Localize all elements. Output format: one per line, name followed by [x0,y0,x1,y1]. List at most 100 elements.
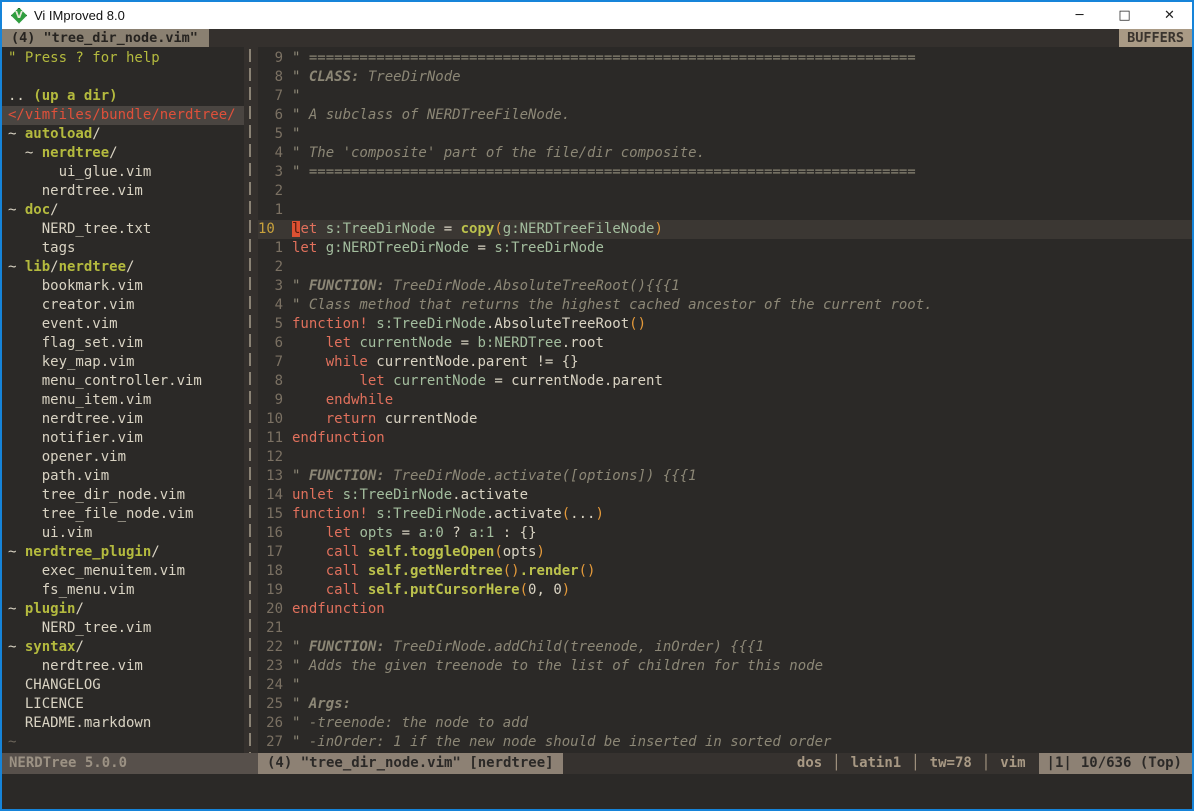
tree-item[interactable]: bookmark.vim [2,277,244,296]
tree-item[interactable]: ~ lib/nerdtree/ [2,258,244,277]
editor-line[interactable]: 6 let currentNode = b:NERDTree.root [258,334,1192,353]
editor-line[interactable]: 1let g:NERDTreeDirNode = s:TreeDirNode [258,239,1192,258]
tree-item[interactable]: menu_item.vim [2,391,244,410]
editor-line[interactable]: 2 [258,182,1192,201]
editor-line[interactable]: 16 let opts = a:0 ? a:1 : {} [258,524,1192,543]
editor-cursor-line[interactable]: 10let s:TreeDirNode = copy(g:NERDTreeFil… [258,220,1192,239]
tree-item[interactable]: ui.vim [2,524,244,543]
tree-item[interactable]: NERD_tree.vim [2,619,244,638]
tree-item[interactable]: LICENCE [2,695,244,714]
editor-line[interactable]: 18 call self.getNerdtree().render() [258,562,1192,581]
editor-line[interactable]: 20endfunction [258,600,1192,619]
token-n: nerdtree.vim [8,183,143,199]
tree-item[interactable]: nerdtree.vim [2,410,244,429]
token-cb: FUNCTION: [309,639,385,655]
editor-line[interactable]: 2 [258,258,1192,277]
token-n: ~ [8,145,42,161]
token-n: .activate [452,487,528,503]
editor-line[interactable]: 22" FUNCTION: TreeDirNode.addChild(treen… [258,638,1192,657]
tree-item[interactable]: " Press ? for help [2,49,244,68]
token-k: endwhile [326,392,393,408]
editor-line[interactable]: 8" CLASS: TreeDirNode [258,68,1192,87]
editor-line[interactable]: 5function! s:TreeDirNode.AbsoluteTreeRoo… [258,315,1192,334]
tree-root-item[interactable]: </vimfiles/bundle/nerdtree/ [2,106,244,125]
line-number: 4 [258,144,283,163]
editor-line[interactable]: 27" -inOrder: 1 if the new node should b… [258,733,1192,752]
tree-item[interactable]: creator.vim [2,296,244,315]
tree-item[interactable]: path.vim [2,467,244,486]
editor-line[interactable]: 13" FUNCTION: TreeDirNode.activate([opti… [258,467,1192,486]
token-n: = [435,221,460,237]
editor-line[interactable]: 8 let currentNode = currentNode.parent [258,372,1192,391]
editor-line[interactable]: 5" [258,125,1192,144]
editor-line[interactable]: 14unlet s:TreeDirNode.activate [258,486,1192,505]
command-line[interactable] [2,774,1192,809]
editor-line[interactable]: 6" A subclass of NERDTreeFileNode. [258,106,1192,125]
editor-line[interactable]: 1 [258,201,1192,220]
token-d: lib [25,259,50,275]
close-button[interactable]: ✕ [1147,2,1192,29]
tree-item[interactable]: fs_menu.vim [2,581,244,600]
tree-item[interactable]: key_map.vim [2,353,244,372]
tree-item[interactable]: opener.vim [2,448,244,467]
editor-line[interactable]: 24" [258,676,1192,695]
tree-item[interactable]: .. (up a dir) [2,87,244,106]
tree-item[interactable]: tree_dir_node.vim [2,486,244,505]
token-n [317,221,325,237]
tree-item[interactable]: ~ nerdtree_plugin/ [2,543,244,562]
editor-line[interactable]: 26" -treenode: the node to add [258,714,1192,733]
token-h: " Press ? for help [8,50,160,66]
tree-item[interactable]: ~ syntax/ [2,638,244,657]
editor-line[interactable]: 4" The 'composite' part of the file/dir … [258,144,1192,163]
tree-item[interactable]: nerdtree.vim [2,657,244,676]
active-tab[interactable]: (4) "tree_dir_node.vim" [2,29,209,47]
token-n: nerdtree.vim [8,658,143,674]
token-n: ~ [8,126,25,142]
editor-line[interactable]: 15function! s:TreeDirNode.activate(...) [258,505,1192,524]
token-k: let [326,335,351,351]
tree-item[interactable]: tree_file_node.vim [2,505,244,524]
token-n [292,563,326,579]
token-c: " Class method that returns the highest … [292,297,933,313]
tree-item[interactable]: tags [2,239,244,258]
tree-item[interactable]: NERD_tree.txt [2,220,244,239]
editor-line[interactable]: 19 call self.putCursorHere(0, 0) [258,581,1192,600]
tree-item[interactable]: ~ [2,733,244,752]
editor-line[interactable]: 4" Class method that returns the highest… [258,296,1192,315]
minimize-button[interactable]: ─ [1057,2,1102,29]
tree-item[interactable]: ~ nerdtree/ [2,144,244,163]
maximize-button[interactable]: □ [1102,2,1147,29]
tree-item[interactable]: event.vim [2,315,244,334]
editor-line[interactable]: 23" Adds the given treenode to the list … [258,657,1192,676]
tree-item[interactable]: exec_menuitem.vim [2,562,244,581]
tree-item[interactable]: nerdtree.vim [2,182,244,201]
editor-line[interactable]: 9" =====================================… [258,49,1192,68]
editor-line[interactable]: 3" FUNCTION: TreeDirNode.AbsoluteTreeRoo… [258,277,1192,296]
editor-line[interactable]: 10 return currentNode [258,410,1192,429]
tree-item[interactable]: CHANGELOG [2,676,244,695]
tree-item[interactable]: ~ autoload/ [2,125,244,144]
split-separator[interactable] [244,47,258,753]
token-n: LICENCE [8,696,84,712]
editor-line[interactable]: 12 [258,448,1192,467]
buffers-tab[interactable]: BUFFERS [1119,29,1192,47]
editor-line[interactable]: 25" Args: [258,695,1192,714]
token-n: tree_file_node.vim [8,506,193,522]
tree-item[interactable]: notifier.vim [2,429,244,448]
editor-panel[interactable]: 9" =====================================… [258,47,1192,753]
tree-item[interactable]: README.markdown [2,714,244,733]
tree-item[interactable]: flag_set.vim [2,334,244,353]
tree-item[interactable]: menu_controller.vim [2,372,244,391]
editor-line[interactable]: 3" =====================================… [258,163,1192,182]
editor-line[interactable]: 11endfunction [258,429,1192,448]
editor-line[interactable]: 21 [258,619,1192,638]
line-number: 12 [258,448,283,467]
tree-item[interactable]: ui_glue.vim [2,163,244,182]
tree-item[interactable] [2,68,244,87]
tree-item[interactable]: ~ doc/ [2,201,244,220]
tree-item[interactable]: ~ plugin/ [2,600,244,619]
editor-line[interactable]: 7 while currentNode.parent != {} [258,353,1192,372]
editor-line[interactable]: 7" [258,87,1192,106]
editor-line[interactable]: 17 call self.toggleOpen(opts) [258,543,1192,562]
editor-line[interactable]: 9 endwhile [258,391,1192,410]
